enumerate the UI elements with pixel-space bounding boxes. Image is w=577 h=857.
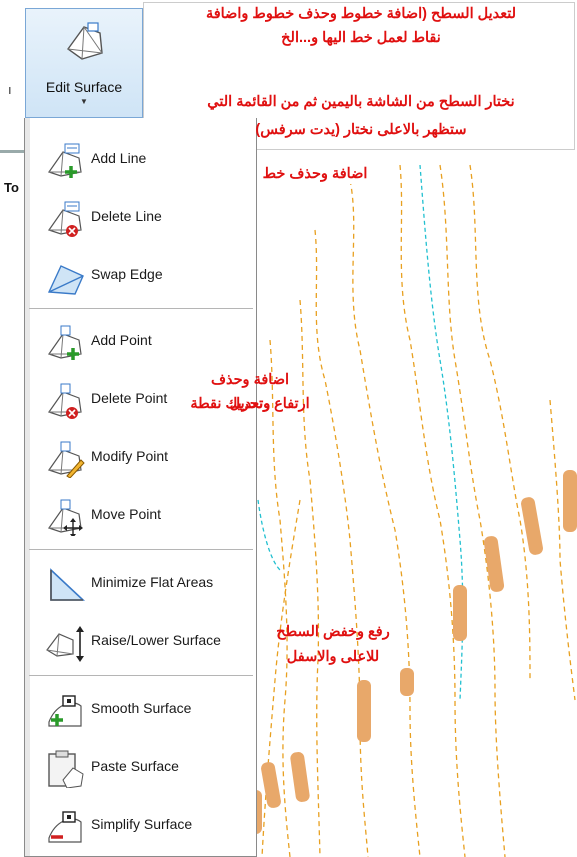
edit-surface-button[interactable]: Edit Surface ▼ [25, 8, 143, 118]
menu-separator [29, 549, 253, 550]
delete-line-icon [48, 201, 82, 237]
menu-item-add-point[interactable]: Add Point [31, 316, 256, 368]
note-points-line2: ارتفاع وتحريك نقطة [190, 396, 310, 412]
edit-surface-menu: Add Line Delete Line Swap Edge Add Point [24, 118, 257, 857]
paste-surface-icon [48, 750, 84, 788]
menu-item-smooth-surface[interactable]: Smooth Surface [31, 684, 256, 736]
menu-item-simplify-surface[interactable]: Simplify Surface [31, 800, 256, 852]
menu-item-label: Smooth Surface [91, 700, 192, 716]
simplify-surface-icon [48, 811, 82, 843]
move-point-icon [48, 499, 83, 536]
note-edit-surface-line2: نقاط لعمل خط اليها و...الخ [281, 30, 441, 46]
menu-gutter [25, 118, 30, 856]
note-add-delete-line: اضافة وحذف خط [262, 166, 368, 182]
delete-point-icon [48, 383, 82, 419]
note-edit-surface-line1: لتعديل السطح (اضافة خطوط وحذف خطوط واضاف… [205, 6, 517, 22]
chevron-down-icon[interactable]: ▼ [26, 97, 142, 106]
menu-item-swap-edge[interactable]: Swap Edge [31, 250, 256, 302]
menu-item-label: Raise/Lower Surface [91, 632, 221, 648]
menu-item-label: Modify Point [91, 448, 169, 464]
note-raise-line1: رفع وخفض السطح [276, 624, 390, 640]
smooth-surface-icon [48, 695, 82, 727]
menu-item-modify-point[interactable]: Modify Point [31, 432, 256, 484]
ribbon-edge [0, 150, 26, 167]
menu-item-label: Minimize Flat Areas [91, 574, 214, 590]
menu-item-label: Add Point [91, 332, 152, 348]
minimize-flat-areas-icon [50, 568, 85, 601]
swap-edge-icon [47, 265, 84, 295]
toolspace-label: To [4, 180, 19, 195]
menu-item-paste-surface[interactable]: Paste Surface [31, 742, 256, 794]
modify-point-icon [48, 441, 85, 478]
ribbon-mark: ı [8, 82, 12, 97]
menu-item-delete-line[interactable]: Delete Line [31, 192, 256, 244]
note-raise-line2: للاعلى والاسفل [286, 649, 380, 665]
menu-item-label: Delete Line [91, 208, 162, 224]
menu-item-label: Move Point [91, 506, 162, 522]
menu-separator [29, 308, 253, 309]
note-select-surface-line1: نختار السطح من الشاشة باليمين ثم من القا… [207, 94, 515, 110]
edit-surface-label: Edit Surface [45, 79, 123, 95]
add-line-icon [48, 143, 82, 178]
menu-item-label: Delete Point [91, 390, 168, 406]
menu-separator [29, 675, 253, 676]
menu-item-minimize-flat-areas[interactable]: Minimize Flat Areas [31, 558, 256, 610]
note-select-surface-line2: ستظهر بالاعلى نختار (يدت سرفس) [255, 122, 467, 138]
menu-item-label: Swap Edge [91, 266, 163, 282]
menu-item-raise-lower-surface[interactable]: Raise/Lower Surface [31, 616, 256, 668]
menu-item-move-point[interactable]: Move Point [31, 490, 256, 542]
raise-lower-surface-icon [46, 626, 84, 662]
menu-item-label: Add Line [91, 150, 147, 166]
add-point-icon [48, 325, 82, 360]
menu-item-label: Paste Surface [91, 758, 179, 774]
edit-surface-icon [67, 22, 103, 60]
menu-item-label: Simplify Surface [91, 816, 193, 832]
